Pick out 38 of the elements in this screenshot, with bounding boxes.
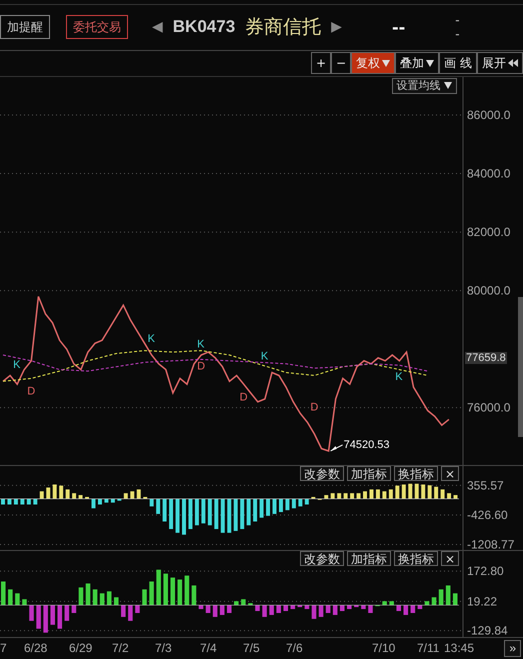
buy-signal: K	[395, 370, 403, 383]
sell-signal: D	[27, 385, 36, 398]
date-label: 7/6	[286, 640, 303, 655]
y-tick-label: 84000.0	[467, 166, 510, 180]
date-label: 6/28	[24, 640, 48, 655]
y-tick-label: -1208.77	[467, 537, 514, 550]
change-value: -	[455, 13, 460, 28]
date-label: 7/10	[372, 640, 396, 655]
y-tick-label: -129.84	[467, 623, 508, 637]
y-tick-label: 355.57	[467, 478, 504, 492]
y-tick-label: 86000.0	[467, 108, 510, 122]
current-price-tag: 77659.8	[465, 352, 507, 364]
date-label: 7/4	[200, 640, 217, 655]
buy-signal: K	[13, 358, 20, 371]
sell-signal: D	[310, 401, 318, 414]
sell-signal: D	[197, 360, 206, 372]
date-label: 7/5	[243, 640, 260, 655]
y-tick-label: 76000.0	[467, 400, 510, 414]
date-label: 7/11	[417, 640, 440, 655]
date-label: 7	[0, 640, 7, 655]
date-label: 7/2	[112, 640, 129, 655]
sell-signal: D	[240, 391, 248, 404]
y-tick-label: 80000.0	[467, 283, 510, 298]
min-price-label: 74520.53	[344, 438, 390, 451]
date-label: 6/29	[69, 640, 92, 655]
buy-signal: K	[148, 332, 155, 345]
y-tick-label: 19.22	[467, 594, 498, 608]
y-tick-label: 82000.0	[467, 224, 510, 239]
stock-name: 券商信托	[245, 15, 322, 40]
y-tick-label: 172.80	[467, 564, 504, 578]
time-label: 13:45	[444, 640, 474, 655]
date-label: 7/3	[155, 640, 172, 655]
stock-code: BK0473	[172, 17, 236, 38]
buy-signal: K	[260, 350, 268, 362]
buy-signal: K	[197, 338, 204, 350]
y-tick-label: -426.60	[467, 508, 508, 522]
change-percent: -	[455, 27, 460, 42]
price-value: --	[392, 18, 406, 37]
